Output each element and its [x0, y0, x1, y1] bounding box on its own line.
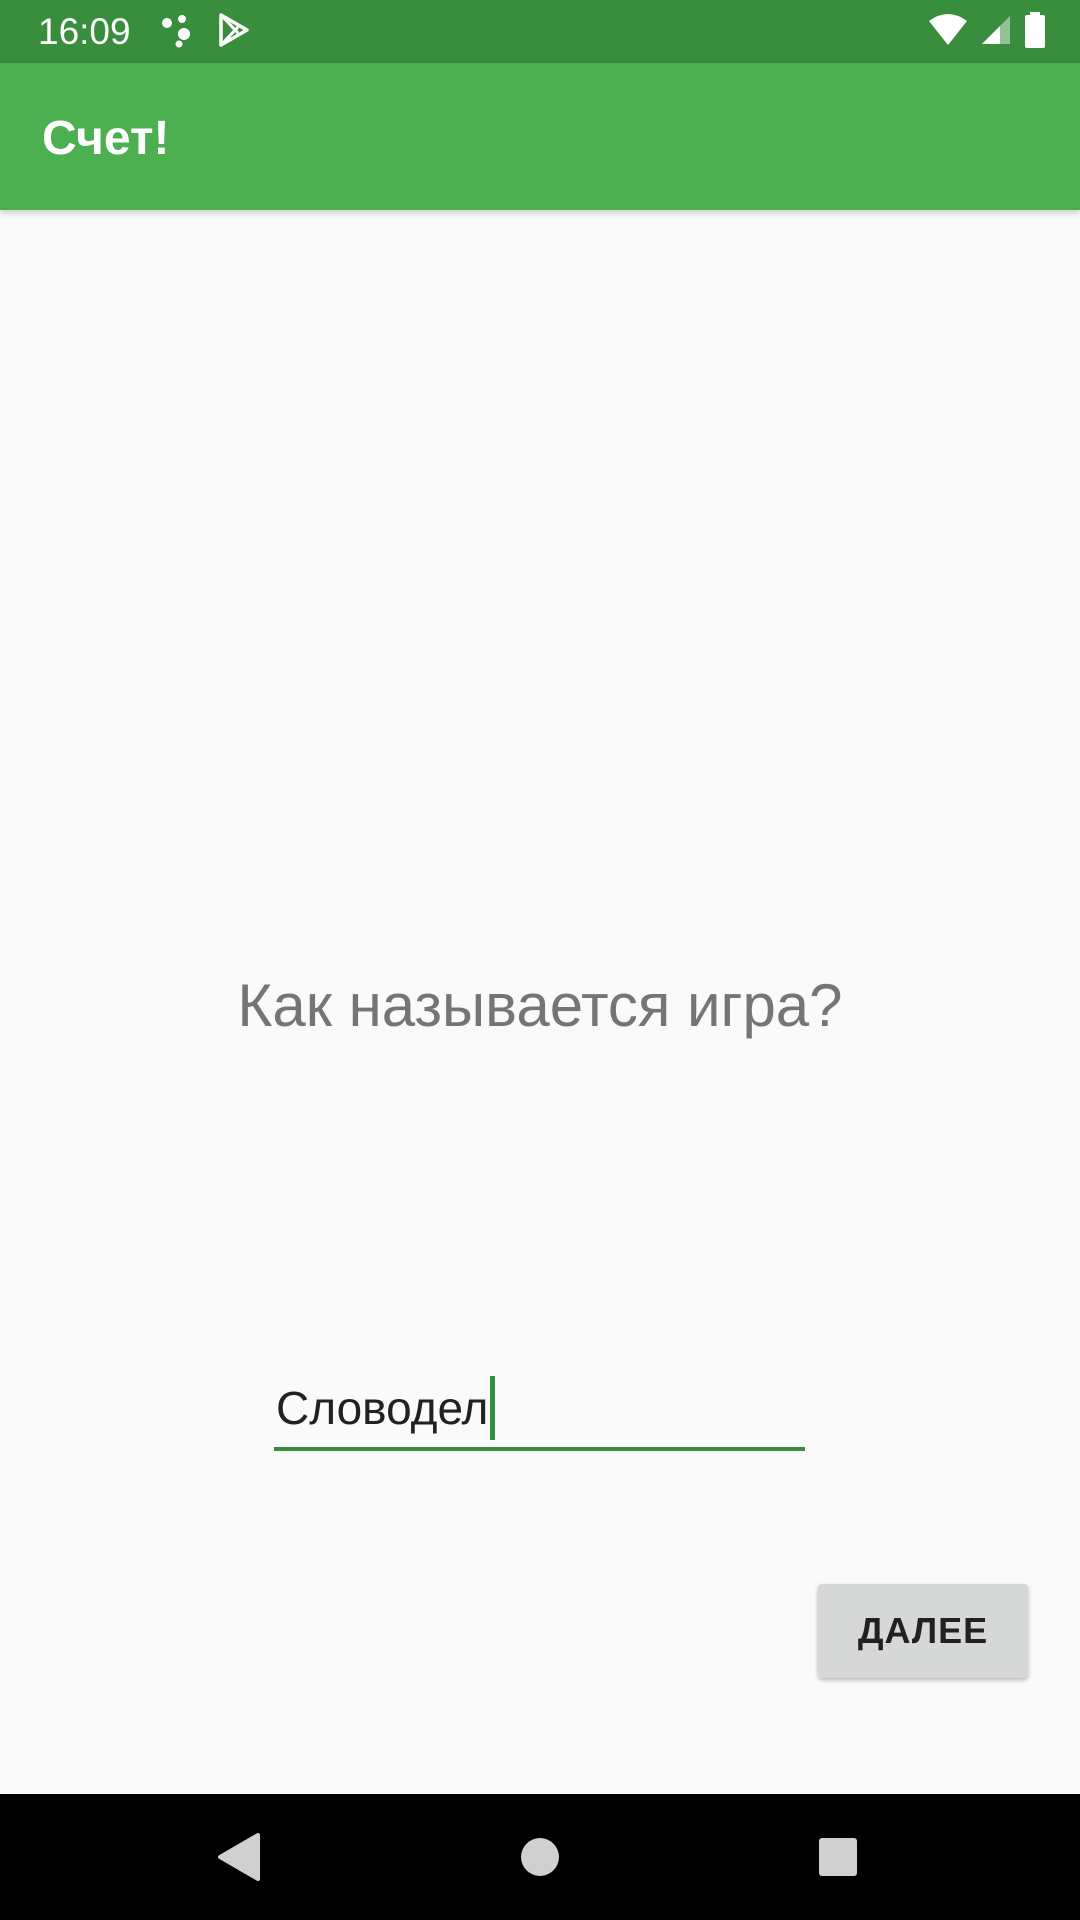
recents-icon[interactable] [805, 1824, 871, 1890]
app-bar: Счет! [0, 63, 1080, 210]
wifi-icon [928, 13, 968, 52]
game-name-field[interactable] [274, 1372, 805, 1452]
battery-icon [1024, 11, 1046, 53]
text-cursor [490, 1376, 495, 1440]
assistant-icon [160, 12, 196, 53]
status-time: 16:09 [38, 11, 131, 52]
status-left-icons [160, 12, 250, 53]
cell-signal-icon [980, 14, 1012, 51]
input-underline [274, 1447, 805, 1451]
home-icon[interactable] [507, 1824, 573, 1890]
navigation-bar [0, 1794, 1080, 1920]
play-store-icon [218, 12, 250, 52]
game-name-question: Как называется игра? [237, 972, 843, 1039]
back-icon[interactable] [205, 1824, 271, 1890]
app-title: Счет! [42, 112, 170, 165]
screen: 16:09 Счет! Как называется игра? Словоде… [0, 0, 1080, 1920]
status-bar: 16:09 [0, 0, 1080, 63]
game-name-input[interactable] [274, 1372, 805, 1444]
next-button[interactable]: ДАЛЕЕ [818, 1584, 1028, 1678]
status-right-icons [928, 11, 1046, 53]
